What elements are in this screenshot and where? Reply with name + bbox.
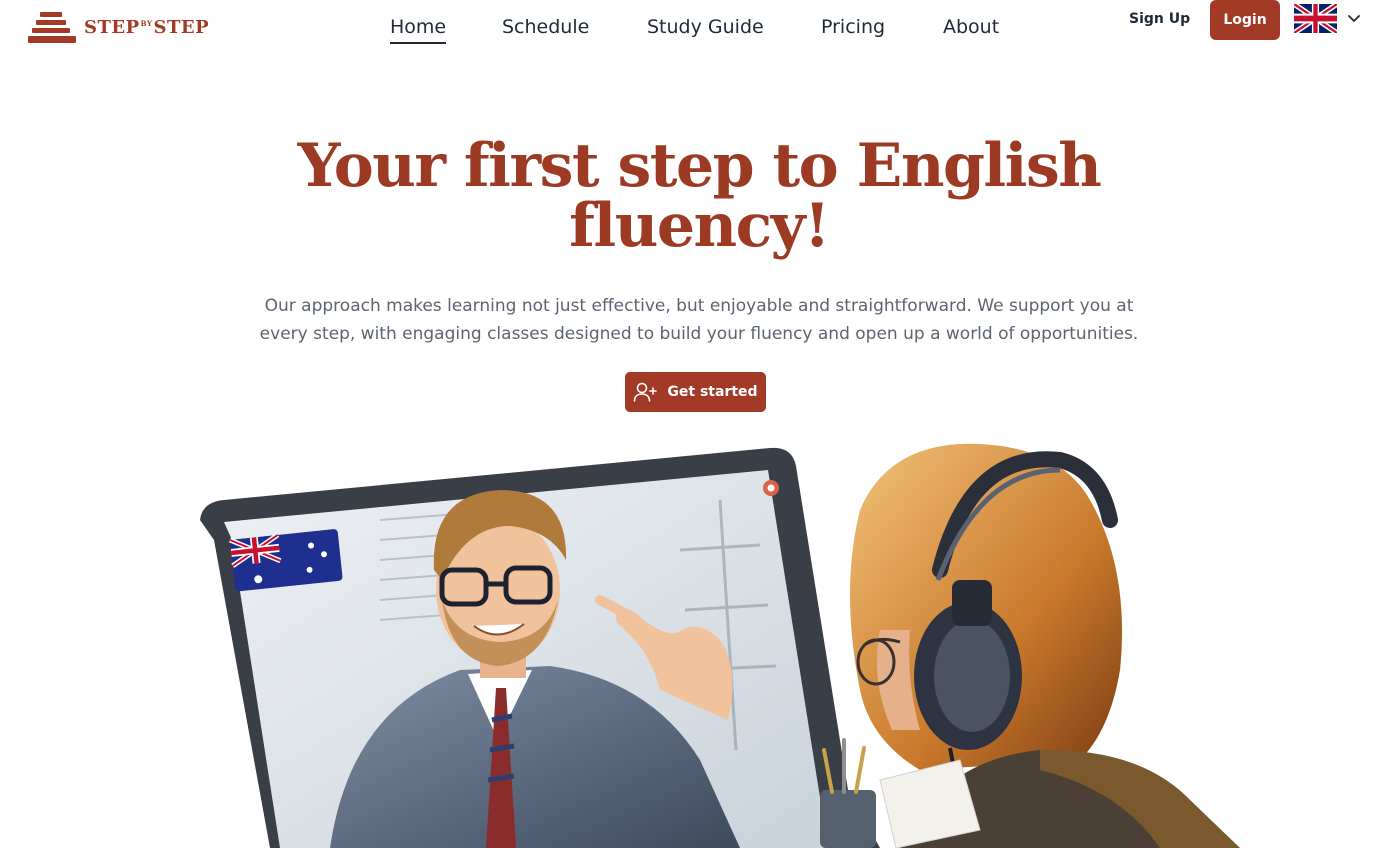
get-started-label: Get started — [667, 384, 758, 400]
chevron-down-icon — [1348, 14, 1360, 22]
hero-subtitle: Our approach makes learning not just eff… — [259, 296, 1139, 344]
hero-illustration — [200, 443, 1240, 848]
nav-home[interactable]: Home — [390, 16, 447, 44]
get-started-button[interactable]: Get started — [625, 372, 766, 412]
sign-up-link[interactable]: Sign Up — [1129, 11, 1190, 27]
hero-title-line-1: Your first step to English — [297, 131, 1102, 201]
uk-flag-icon — [1294, 4, 1337, 33]
hero-title-line-2: fluency! — [569, 191, 830, 261]
nav-schedule[interactable]: Schedule — [502, 16, 589, 42]
language-selector[interactable] — [1294, 4, 1361, 33]
user-plus-icon — [634, 382, 658, 402]
login-button[interactable]: Login — [1210, 0, 1280, 40]
hero-title: Your first step to English fluency! — [0, 136, 1398, 256]
nav-pricing[interactable]: Pricing — [821, 16, 885, 42]
nav-about[interactable]: About — [943, 16, 999, 42]
nav-study-guide[interactable]: Study Guide — [647, 16, 764, 42]
